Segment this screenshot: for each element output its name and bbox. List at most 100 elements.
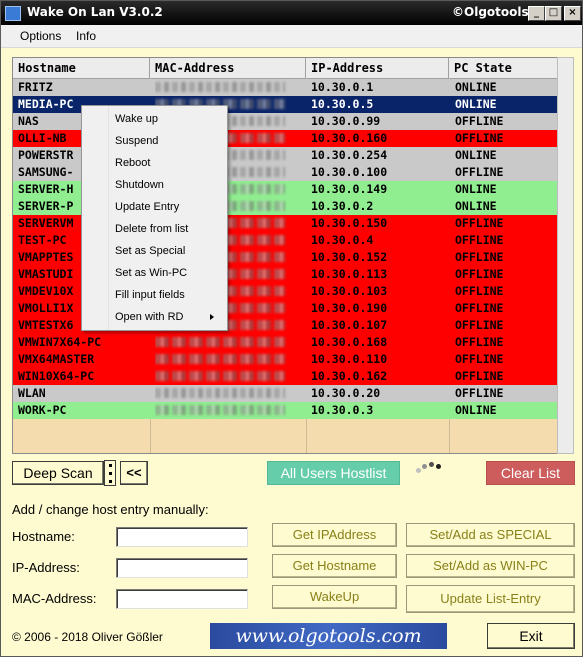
title-bar[interactable]: Wake On Lan V3.0.2 ©Olgotools _ □ ×: [1, 1, 582, 25]
redacted-mac: [155, 405, 285, 415]
ip-cell: 10.30.0.113: [311, 267, 388, 281]
scan-options-button[interactable]: [104, 460, 116, 486]
ip-cell: 10.30.0.107: [311, 318, 388, 332]
banner-text: www.olgotools.com: [235, 625, 422, 647]
redacted-mac: [155, 388, 285, 398]
window-brand: ©Olgotools: [452, 5, 529, 19]
column-state[interactable]: PC State: [449, 58, 557, 78]
table-row[interactable]: WLAN 10.30.0.20 OFFLINE: [13, 385, 557, 402]
context-menu-item[interactable]: Fill input fields: [115, 284, 185, 306]
hostname-cell: WLAN: [18, 386, 46, 400]
window-title: Wake On Lan V3.0.2: [27, 5, 163, 19]
hostname-cell: FRITZ: [18, 80, 53, 94]
state-cell: OFFLINE: [455, 165, 504, 179]
state-cell: ONLINE: [455, 199, 497, 213]
set-winpc-button[interactable]: Set/Add as WIN-PC: [406, 554, 575, 578]
context-menu-item[interactable]: Open with RD: [115, 306, 183, 328]
context-menu-item[interactable]: Wake up: [115, 108, 158, 130]
hostname-input[interactable]: [116, 527, 248, 547]
form-heading: Add / change host entry manually:: [12, 502, 209, 517]
get-hostname-button[interactable]: Get Hostname: [272, 554, 397, 578]
table-row[interactable]: WORK-PC 10.30.0.3 ONLINE: [13, 402, 557, 419]
ip-cell: 10.30.0.3: [311, 403, 374, 417]
table-row[interactable]: VMWIN7X64-PC 10.30.0.168 OFFLINE: [13, 334, 557, 351]
loading-spinner-icon: [416, 461, 446, 473]
context-menu-item[interactable]: Update Entry: [115, 196, 179, 218]
ip-cell: 10.30.0.5: [311, 97, 374, 111]
ip-address-input[interactable]: [116, 558, 248, 578]
state-cell: OFFLINE: [455, 369, 504, 383]
state-cell: OFFLINE: [455, 284, 504, 298]
redacted-mac: [155, 82, 285, 92]
set-special-button[interactable]: Set/Add as SPECIAL: [406, 523, 575, 547]
state-cell: OFFLINE: [455, 352, 504, 366]
redacted-mac: [155, 371, 285, 381]
state-cell: ONLINE: [455, 97, 497, 111]
clear-list-button[interactable]: Clear List: [486, 461, 575, 485]
context-menu-item[interactable]: Shutdown: [115, 174, 164, 196]
state-cell: ONLINE: [455, 182, 497, 196]
dot-icon: [109, 464, 112, 467]
mac-cell: [155, 402, 305, 419]
context-menu-item[interactable]: Suspend: [115, 130, 158, 152]
context-menu-item[interactable]: Set as Win-PC: [115, 262, 187, 284]
mac-cell: [155, 351, 305, 368]
state-cell: OFFLINE: [455, 335, 504, 349]
ip-cell: 10.30.0.168: [311, 335, 388, 349]
back-button[interactable]: <<: [120, 461, 148, 485]
menu-info[interactable]: Info: [76, 29, 96, 43]
mac-address-label: MAC-Address:: [12, 591, 97, 606]
app-icon: [5, 6, 21, 21]
ip-cell: 10.30.0.2: [311, 199, 374, 213]
ip-cell: 10.30.0.4: [311, 233, 374, 247]
column-ip[interactable]: IP-Address: [306, 58, 449, 78]
table-scrollbar[interactable]: [557, 57, 574, 454]
state-cell: OFFLINE: [455, 301, 504, 315]
table-header: Hostname MAC-Address IP-Address PC State: [13, 58, 557, 79]
dot-icon: [109, 480, 112, 483]
context-menu-item[interactable]: Delete from list: [115, 218, 188, 240]
ip-cell: 10.30.0.20: [311, 386, 381, 400]
ip-cell: 10.30.0.100: [311, 165, 388, 179]
state-cell: OFFLINE: [455, 131, 504, 145]
all-users-hostlist-button[interactable]: All Users Hostlist: [267, 461, 400, 485]
context-menu: Wake up Suspend Reboot Shutdown Update Entry…: [81, 105, 228, 331]
olgotools-banner[interactable]: www.olgotools.com: [210, 623, 447, 649]
ip-cell: 10.30.0.149: [311, 182, 388, 196]
table-row[interactable]: WIN10X64-PC 10.30.0.162 OFFLINE: [13, 368, 557, 385]
hostname-cell: WIN10X64-PC: [18, 369, 95, 383]
mac-address-input[interactable]: [116, 589, 248, 609]
context-menu-item[interactable]: Set as Special: [115, 240, 185, 262]
redacted-mac: [155, 337, 285, 347]
exit-button[interactable]: Exit: [487, 623, 575, 649]
wakeup-button[interactable]: WakeUp: [272, 585, 397, 609]
table-row[interactable]: FRITZ 10.30.0.1 ONLINE: [13, 79, 557, 96]
copyright-text: © 2006 - 2018 Oliver Gößler: [12, 630, 163, 644]
ip-cell: 10.30.0.254: [311, 148, 388, 162]
ip-cell: 10.30.0.160: [311, 131, 388, 145]
menu-options[interactable]: Options: [20, 29, 61, 43]
minimize-button[interactable]: _: [528, 6, 545, 21]
mac-cell: [155, 334, 305, 351]
ip-cell: 10.30.0.150: [311, 216, 388, 230]
table-row[interactable]: VMX64MASTER 10.30.0.110 OFFLINE: [13, 351, 557, 368]
app-window: Wake On Lan V3.0.2 ©Olgotools _ □ × Opti…: [0, 0, 583, 657]
mac-cell: [155, 368, 305, 385]
hostname-cell: WORK-PC: [18, 403, 67, 417]
deep-scan-button[interactable]: Deep Scan: [12, 461, 104, 485]
ip-cell: 10.30.0.103: [311, 284, 388, 298]
context-menu-item[interactable]: Reboot: [115, 152, 150, 174]
column-mac[interactable]: MAC-Address: [150, 58, 306, 78]
hostname-cell: VMX64MASTER: [18, 352, 95, 366]
get-ipaddress-button[interactable]: Get IPAddress: [272, 523, 397, 547]
ip-cell: 10.30.0.152: [311, 250, 388, 264]
ip-cell: 10.30.0.1: [311, 80, 374, 94]
ip-address-label: IP-Address:: [12, 560, 80, 575]
maximize-button[interactable]: □: [545, 6, 562, 21]
close-button[interactable]: ×: [564, 6, 581, 21]
state-cell: OFFLINE: [455, 233, 504, 247]
update-list-entry-button[interactable]: Update List-Entry: [406, 585, 575, 613]
ip-cell: 10.30.0.99: [311, 114, 381, 128]
column-hostname[interactable]: Hostname: [13, 58, 150, 78]
submenu-arrow-icon: [210, 314, 214, 320]
